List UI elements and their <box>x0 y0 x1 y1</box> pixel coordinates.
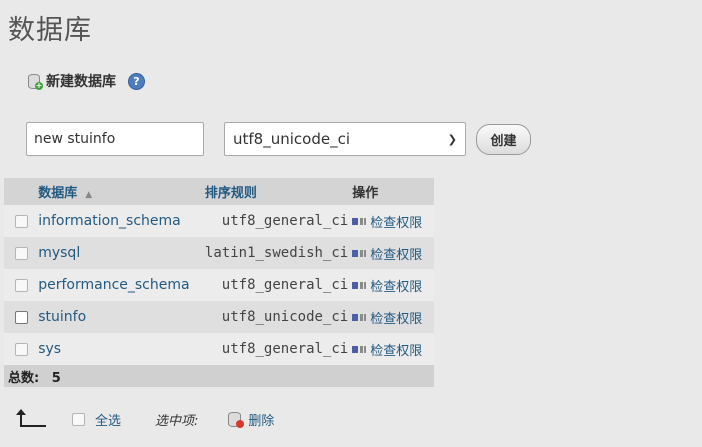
privileges-icon <box>352 344 367 354</box>
database-add-icon: + <box>27 73 43 90</box>
collation-select[interactable]: utf8_unicode_ci ❯ <box>224 122 466 156</box>
check-privileges-link[interactable]: 检查权限 <box>352 276 422 295</box>
row-checkbox[interactable] <box>14 342 28 356</box>
header-checkbox-cell <box>4 178 39 205</box>
database-table: 数据库 ▲ 排序规则 操作 information_schema utf8_gen… <box>4 178 434 387</box>
check-privileges-link[interactable]: 检查权限 <box>352 244 422 263</box>
database-name-link[interactable]: mysql <box>38 237 205 269</box>
table-total-row: 总数: 5 <box>4 365 434 387</box>
check-privileges-link[interactable]: 检查权限 <box>352 212 422 231</box>
database-name-input[interactable] <box>26 122 204 156</box>
create-database-section: + 新建数据库 ? <box>27 71 145 91</box>
delete-button[interactable]: 删除 <box>228 410 274 429</box>
database-delete-icon <box>228 411 245 428</box>
create-button[interactable]: 创建 <box>476 124 531 155</box>
table-header-row: 数据库 ▲ 排序规则 操作 <box>4 178 434 205</box>
delete-label: 删除 <box>248 413 275 429</box>
collation-value: utf8_general_ci <box>204 333 353 365</box>
chevron-down-icon: ❯ <box>447 132 457 146</box>
header-database[interactable]: 数据库 ▲ <box>38 178 205 205</box>
sort-asc-icon: ▲ <box>85 190 93 200</box>
total-label: 总数: <box>8 370 40 386</box>
select-all[interactable]: 全选 <box>72 410 121 429</box>
row-checkbox[interactable] <box>14 310 28 324</box>
check-privileges-label: 检查权限 <box>370 279 423 295</box>
collation-value: latin1_swedish_ci <box>204 237 353 269</box>
table-row: sys utf8_general_ci 检查权限 <box>4 333 434 365</box>
row-checkbox[interactable] <box>14 246 28 260</box>
bulk-actions-bar: 全选 选中项: 删除 <box>14 406 414 432</box>
collation-value: utf8_general_ci <box>204 269 353 301</box>
database-name-link[interactable]: sys <box>38 333 205 365</box>
collation-value: utf8_unicode_ci <box>204 301 353 333</box>
page-title: 数据库 <box>8 15 92 46</box>
check-privileges-link[interactable]: 检查权限 <box>352 308 422 327</box>
check-privileges-label: 检查权限 <box>370 343 423 359</box>
privileges-icon <box>352 312 367 322</box>
privileges-icon <box>352 280 367 290</box>
database-name-link[interactable]: information_schema <box>38 205 205 237</box>
arrow-up-icon <box>14 409 46 429</box>
check-privileges-label: 检查权限 <box>370 311 423 327</box>
row-checkbox[interactable] <box>14 278 28 292</box>
privileges-icon <box>352 248 367 258</box>
header-actions: 操作 <box>352 178 434 205</box>
select-all-checkbox[interactable] <box>72 412 85 426</box>
check-privileges-link[interactable]: 检查权限 <box>352 340 422 359</box>
header-collation[interactable]: 排序规则 <box>204 178 353 205</box>
with-selected-label: 选中项: <box>155 413 199 429</box>
database-name-link[interactable]: stuinfo <box>38 301 205 333</box>
collation-select-value: utf8_unicode_ci <box>233 130 350 148</box>
select-all-label[interactable]: 全选 <box>95 410 121 429</box>
check-privileges-label: 检查权限 <box>370 215 423 231</box>
table-row: stuinfo utf8_unicode_ci 检查权限 <box>4 301 434 333</box>
collation-value: utf8_general_ci <box>204 205 353 237</box>
header-database-label: 数据库 <box>38 186 78 201</box>
privileges-icon <box>352 216 367 226</box>
table-row: performance_schema utf8_general_ci 检查权限 <box>4 269 434 301</box>
total-count: 5 <box>51 370 61 386</box>
help-icon[interactable]: ? <box>128 72 145 90</box>
table-row: mysql latin1_swedish_ci 检查权限 <box>4 237 434 269</box>
check-privileges-label: 检查权限 <box>370 247 423 263</box>
database-name-link[interactable]: performance_schema <box>38 269 205 301</box>
table-row: information_schema utf8_general_ci 检查权限 <box>4 205 434 237</box>
create-database-label: 新建数据库 <box>46 74 116 90</box>
row-checkbox[interactable] <box>14 214 28 228</box>
